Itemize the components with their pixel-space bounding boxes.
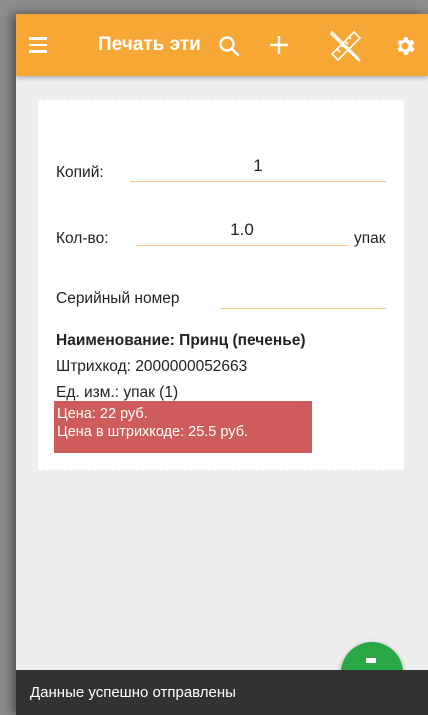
quantity-underline [136, 245, 348, 246]
toolbar: Печать этикеток [16, 14, 428, 76]
label-card: Копий: 1 Кол-во: 1.0 упак Серийный номер… [38, 98, 404, 472]
product-unit: Ед. изм.: упак (1) [56, 384, 179, 401]
card-top-edge [38, 98, 404, 103]
price-text: Цена: 22 руб. [57, 406, 148, 422]
product-barcode: Штрихкод: 2000000052663 [56, 358, 248, 375]
app-window: Печать этикеток [16, 14, 428, 715]
copies-label: Копий: [56, 164, 104, 181]
barcode-price-text: Цена в штрихкоде: 25.5 руб. [57, 424, 249, 440]
copies-underline [130, 181, 386, 182]
gear-icon[interactable] [390, 31, 420, 61]
quantity-input[interactable]: 1.0 [136, 220, 348, 240]
quantity-label: Кол-во: [56, 230, 109, 247]
serial-underline [220, 308, 386, 309]
toolbar-title: Печать этикеток [98, 34, 202, 55]
card-bottom-edge [38, 467, 404, 472]
snackbar: Данные успешно отправлены [16, 670, 428, 715]
price-warning: Цена: 22 руб. Цена в штрихкоде: 25.5 руб… [54, 401, 312, 453]
menu-icon[interactable] [24, 31, 52, 59]
snackbar-message: Данные успешно отправлены [30, 684, 236, 701]
quantity-unit: упак [354, 230, 386, 247]
search-icon[interactable] [214, 31, 244, 61]
copies-input[interactable]: 1 [130, 156, 386, 176]
serial-label: Серийный номер [56, 290, 180, 307]
add-icon[interactable] [264, 30, 294, 60]
ruler-pencil-icon[interactable] [328, 28, 364, 64]
print-icon [366, 658, 376, 663]
product-name: Наименование: Принц (печенье) [56, 332, 306, 349]
